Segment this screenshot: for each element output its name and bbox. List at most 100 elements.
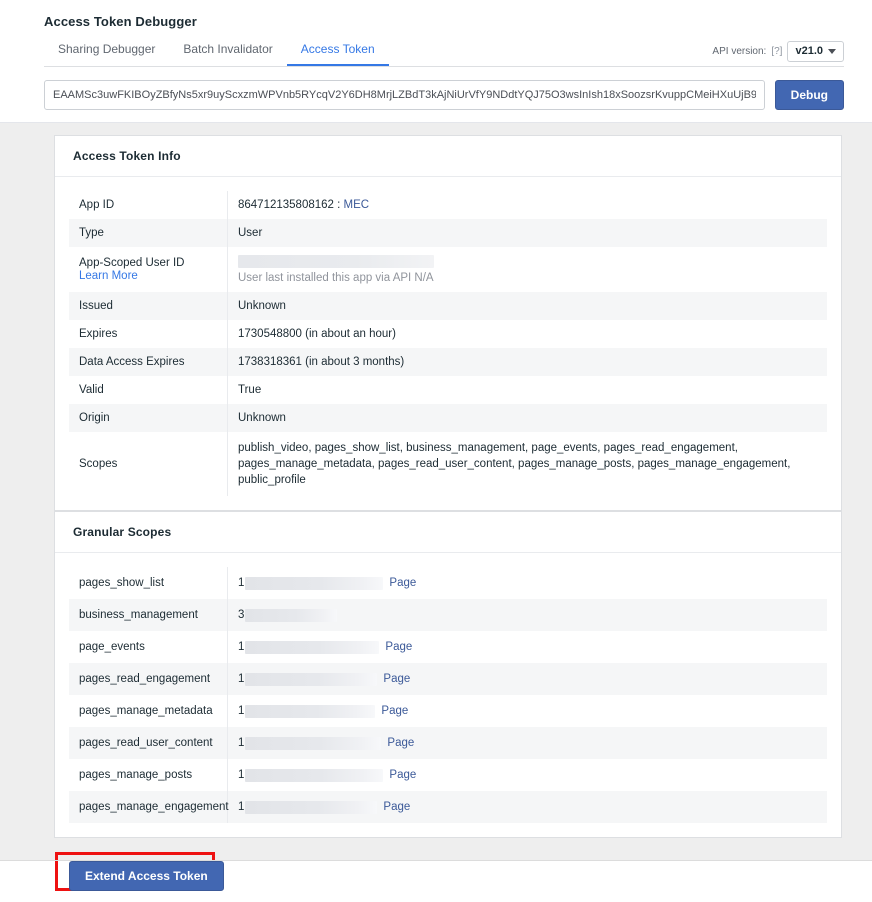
granular-scope-name: pages_read_engagement	[69, 663, 228, 695]
row-key: Scopes	[69, 432, 228, 496]
table-row: pages_manage_engagement 1 Page	[69, 791, 827, 823]
granular-scope-suffix: Page	[385, 641, 412, 653]
granular-scope-value: 1 Page	[228, 631, 828, 663]
content-area: Access Token Info App ID 864712135808162…	[0, 122, 872, 861]
granular-scope-count: 1	[238, 737, 244, 749]
row-key: Valid	[69, 376, 228, 404]
extend-access-token-button[interactable]: Extend Access Token	[69, 861, 224, 891]
token-input-bar: Debug	[0, 68, 872, 122]
granular-scope-count: 3	[238, 609, 244, 621]
granular-scope-suffix: Page	[381, 705, 408, 717]
granular-scope-value-row: 1 Page	[238, 801, 817, 814]
access-token-info-body: App ID 864712135808162 : MEC Type User A…	[55, 177, 841, 510]
granular-scope-name: page_events	[69, 631, 228, 663]
granular-scope-value: 1 Page	[228, 663, 828, 695]
granular-scope-name: pages_show_list	[69, 567, 228, 599]
granular-scope-count: 1	[238, 641, 244, 653]
granular-scope-suffix: Page	[389, 769, 416, 781]
granular-scope-value-row: 1 Page	[238, 641, 817, 654]
table-row: pages_show_list1Page	[69, 567, 827, 599]
redacted-user-id	[238, 255, 434, 268]
tab-sharing-debugger[interactable]: Sharing Debugger	[44, 42, 169, 67]
tab-access-token[interactable]: Access Token	[287, 42, 389, 67]
row-key: Expires	[69, 320, 228, 348]
tab-bar-divider	[44, 66, 844, 67]
tab-batch-invalidator[interactable]: Batch Invalidator	[169, 42, 286, 67]
table-row: page_events 1 Page	[69, 631, 827, 663]
granular-scope-suffix: Page	[383, 673, 410, 685]
granular-scope-value: 1 Page	[228, 791, 828, 823]
tab-bar: Sharing Debugger Batch Invalidator Acces…	[0, 41, 872, 67]
redacted-value	[245, 801, 377, 814]
api-version-label: API version:	[712, 46, 766, 57]
granular-scopes-table: pages_show_list1Pagebusiness_management3…	[69, 567, 827, 823]
redacted-value	[245, 641, 379, 654]
row-key: Issued	[69, 292, 228, 320]
granular-scope-count: 1	[238, 673, 244, 685]
granular-scope-value: 1 Page	[228, 695, 828, 727]
table-row: App ID 864712135808162 : MEC	[69, 191, 827, 219]
granular-scopes-title: Granular Scopes	[55, 512, 841, 553]
granular-scope-name: pages_manage_engagement	[69, 791, 228, 823]
row-value[interactable]: User	[228, 219, 828, 247]
redacted-value	[245, 769, 383, 782]
access-token-info-table: App ID 864712135808162 : MEC Type User A…	[69, 191, 827, 496]
page-header: Access Token Debugger Sharing Debugger B…	[0, 0, 872, 68]
granular-scope-value: 1 Page	[228, 759, 828, 791]
chevron-down-icon	[828, 49, 836, 54]
row-key: Origin	[69, 404, 228, 432]
table-row: Valid True	[69, 376, 827, 404]
table-row: pages_manage_metadata 1 Page	[69, 695, 827, 727]
granular-scope-value: 3	[228, 599, 828, 631]
redacted-value	[245, 673, 377, 686]
row-key: Data Access Expires	[69, 348, 228, 376]
table-row: Origin Unknown	[69, 404, 827, 432]
row-value: 864712135808162 : MEC	[228, 191, 828, 219]
granular-scope-value: 1Page	[228, 567, 828, 599]
granular-scope-count: 1	[238, 705, 244, 717]
redacted-value	[245, 705, 375, 718]
granular-scope-name: pages_manage_metadata	[69, 695, 228, 727]
granular-scope-name: pages_read_user_content	[69, 727, 228, 759]
table-row: Issued Unknown	[69, 292, 827, 320]
api-version-value: v21.0	[795, 45, 823, 58]
table-row: Data Access Expires 1738318361 (in about…	[69, 348, 827, 376]
redacted-value	[245, 577, 383, 590]
learn-more-link[interactable]: Learn More	[79, 270, 217, 282]
page-title: Access Token Debugger	[0, 0, 872, 29]
table-row: pages_read_user_content 1 Page	[69, 727, 827, 759]
granular-scope-name: pages_manage_posts	[69, 759, 228, 791]
redacted-value	[245, 737, 381, 750]
app-id-value: 864712135808162 :	[238, 199, 344, 211]
row-value: 1738318361 (in about 3 months)	[228, 348, 828, 376]
api-version-dropdown[interactable]: v21.0	[787, 41, 844, 62]
granular-scope-value-row: 1 Page	[238, 673, 817, 686]
granular-scopes-body: pages_show_list1Pagebusiness_management3…	[55, 553, 841, 837]
granular-scope-value-row: 1 Page	[238, 769, 817, 782]
table-row: Scopes publish_video, pages_show_list, b…	[69, 432, 827, 496]
row-key: Type	[69, 219, 228, 247]
granular-scope-value-row: 1 Page	[238, 705, 817, 718]
row-key: App-Scoped User ID Learn More	[69, 247, 228, 292]
api-version-control: API version: [?] v21.0	[712, 41, 844, 67]
granular-scope-count: 1	[238, 577, 244, 589]
row-value: True	[228, 376, 828, 404]
row-key-label: App-Scoped User ID	[79, 257, 184, 269]
row-value: Unknown	[228, 292, 828, 320]
granular-scope-suffix: Page	[383, 801, 410, 813]
granular-scope-name: business_management	[69, 599, 228, 631]
granular-scope-suffix: Page	[387, 737, 414, 749]
row-value: 1730548800 (in about an hour)	[228, 320, 828, 348]
table-row: Expires 1730548800 (in about an hour)	[69, 320, 827, 348]
access-token-input[interactable]	[44, 80, 765, 110]
debug-button[interactable]: Debug	[775, 80, 844, 110]
access-token-info-card: Access Token Info App ID 864712135808162…	[54, 135, 842, 511]
granular-scope-count: 1	[238, 801, 244, 813]
granular-scope-value-row: 3	[238, 609, 817, 622]
table-row: pages_read_engagement 1 Page	[69, 663, 827, 695]
granular-scope-count: 1	[238, 769, 244, 781]
granular-scope-value: 1 Page	[228, 727, 828, 759]
app-name-link[interactable]: MEC	[344, 199, 370, 211]
help-icon[interactable]: [?]	[771, 46, 782, 57]
table-row: App-Scoped User ID Learn More User last …	[69, 247, 827, 292]
